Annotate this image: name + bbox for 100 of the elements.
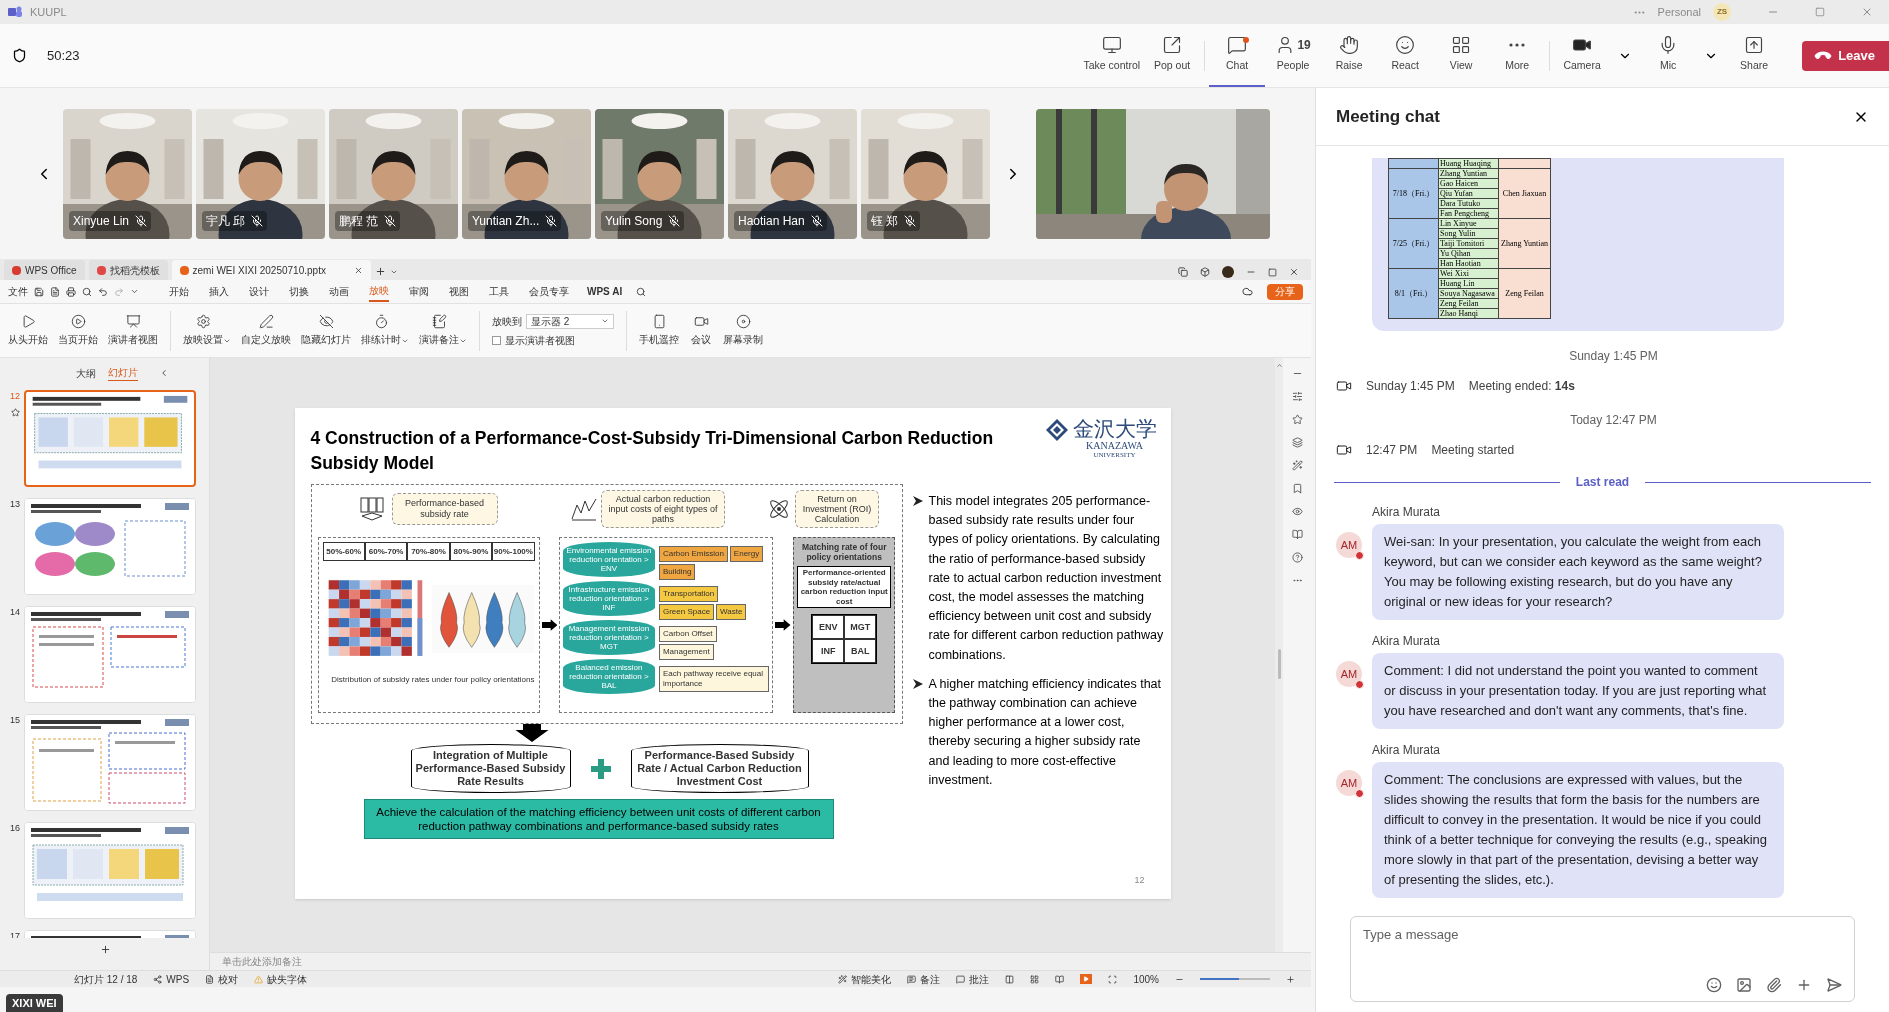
ribbon-button[interactable]: 当页开始	[58, 314, 98, 347]
ribbon-button[interactable]: 屏幕录制	[723, 314, 763, 347]
fit-icon[interactable]	[1108, 974, 1118, 984]
maximize-icon[interactable]	[1268, 267, 1277, 277]
cube-icon[interactable]	[1200, 267, 1210, 277]
preview-icon[interactable]	[82, 286, 92, 297]
scrollbar-thumb[interactable]	[1277, 649, 1281, 679]
menu-tab[interactable]: 动画	[329, 281, 349, 302]
panel-tab[interactable]: 大纲	[76, 365, 96, 381]
toolbar-button[interactable]: Raise	[1321, 24, 1378, 87]
close-icon[interactable]	[1289, 267, 1299, 277]
new-tab-icon[interactable]	[374, 266, 386, 277]
plus-icon[interactable]	[1796, 977, 1812, 993]
message-composer[interactable]: Type a message	[1350, 916, 1855, 1002]
user-avatar[interactable]	[1222, 266, 1234, 278]
toolbar-button[interactable]: React	[1377, 24, 1434, 87]
toolbar-button[interactable]: Camera	[1554, 24, 1611, 87]
slide-thumbnail[interactable]	[26, 392, 194, 485]
zoom-in-icon[interactable]	[1286, 974, 1295, 984]
leave-button[interactable]: Leave	[1802, 40, 1889, 71]
sliders-icon[interactable]	[1291, 391, 1303, 402]
toolbar-button[interactable]: Take control	[1079, 24, 1145, 87]
window-icon[interactable]	[1178, 267, 1188, 277]
attach-icon[interactable]	[1766, 977, 1782, 993]
document-tab[interactable]: zemi WEI XIXI 20250710.pptx	[171, 260, 371, 280]
eye-icon[interactable]	[1291, 506, 1303, 517]
document-tab[interactable]: 找稻壳模板	[88, 260, 168, 280]
participant-tile[interactable]: Yulin Song	[595, 108, 724, 239]
checkbox[interactable]	[492, 335, 501, 345]
normal-view-icon[interactable]	[1005, 974, 1015, 984]
ai-menu[interactable]: WPS AI	[587, 284, 623, 299]
ribbon-button[interactable]: 放映设置	[183, 314, 223, 347]
document-tab[interactable]: WPS Office	[4, 260, 85, 280]
menu-tab[interactable]: 开始	[169, 281, 189, 302]
slideshow-button[interactable]	[1080, 974, 1093, 984]
collapse-icon[interactable]	[159, 368, 169, 378]
menu-tab[interactable]: 审阅	[409, 281, 429, 302]
send-icon[interactable]	[1826, 977, 1842, 993]
slide-thumbnail[interactable]	[25, 499, 195, 594]
toolbar-button[interactable]: More	[1489, 24, 1546, 87]
menu-tab[interactable]: 切换	[289, 281, 309, 302]
participant-tile[interactable]: 宇凡 邱	[196, 108, 325, 239]
zoom-level[interactable]: 100%	[1133, 971, 1159, 987]
display-select[interactable]: 显示器 2	[526, 313, 614, 329]
toolbar-button[interactable]: Share	[1726, 24, 1783, 87]
account-avatar[interactable]: ZS	[1713, 3, 1731, 21]
undo-icon[interactable]	[98, 286, 108, 297]
toolbar-button[interactable]: Chat	[1209, 24, 1266, 87]
layers-icon[interactable]	[1291, 437, 1303, 448]
emoji-icon[interactable]	[1706, 977, 1722, 993]
print-icon[interactable]	[66, 286, 76, 297]
reading-view-icon[interactable]	[1055, 974, 1065, 984]
toolbar-button[interactable]: 19 People	[1265, 24, 1322, 87]
ribbon-button[interactable]: 隐藏幻灯片	[301, 314, 351, 347]
add-slide-icon[interactable]	[100, 944, 111, 955]
save-icon[interactable]	[34, 286, 44, 297]
ribbon-button[interactable]: 排练计时	[361, 314, 401, 347]
toolbar-button[interactable]: Pop out	[1144, 24, 1201, 87]
ribbon-button[interactable]: 自定义放映	[241, 314, 291, 347]
cloud-icon[interactable]	[1242, 286, 1253, 297]
status-button[interactable]: WPS	[153, 971, 190, 987]
document-icon[interactable]	[50, 286, 60, 297]
slide-thumbnail[interactable]	[25, 715, 195, 810]
star-icon[interactable]	[10, 407, 20, 417]
status-button[interactable]: 缺失字体	[254, 971, 308, 987]
status-button[interactable]: 备注	[907, 971, 941, 987]
search-icon[interactable]	[636, 286, 647, 297]
scroll-up-icon[interactable]	[1275, 362, 1283, 369]
toolbar-button[interactable]: View	[1433, 24, 1490, 87]
participant-tile[interactable]: Haotian Han	[728, 108, 857, 239]
participant-tile[interactable]: Yuntian Zh...	[462, 108, 591, 239]
participant-tile[interactable]: 鹏程 范	[329, 108, 458, 239]
menu-tab[interactable]: 设计	[249, 281, 269, 302]
ribbon-button[interactable]: 演讲者视图	[108, 314, 158, 347]
menu-tab[interactable]: 插入	[209, 281, 229, 302]
help-icon[interactable]	[1291, 552, 1303, 563]
participant-tile[interactable]: Xinyue Lin	[63, 108, 192, 239]
menu-tab[interactable]: 放映	[369, 281, 389, 302]
menu-tab[interactable]: 工具	[489, 281, 509, 302]
status-button[interactable]: 批注	[956, 971, 990, 987]
ribbon-button[interactable]: 从头开始	[8, 314, 48, 347]
star-icon[interactable]	[1291, 414, 1303, 425]
menu-tab[interactable]: 会员专享	[529, 281, 569, 302]
ribbon-button[interactable]: 手机遥控	[639, 314, 679, 347]
participant-tile[interactable]: 钰 郑	[861, 108, 990, 239]
status-button[interactable]: 智能美化	[838, 971, 892, 987]
ribbon-button[interactable]: 会议	[691, 314, 711, 347]
panel-tab[interactable]: 幻灯片	[108, 365, 138, 381]
book-icon[interactable]	[1291, 529, 1303, 540]
file-menu[interactable]: 文件	[8, 284, 28, 299]
wand-icon[interactable]	[1291, 460, 1303, 471]
bookmark-icon[interactable]	[1291, 483, 1303, 494]
toolbar-button[interactable]: Mic	[1640, 24, 1697, 87]
ribbon-button[interactable]: 演讲备注	[419, 314, 459, 347]
menu-tab[interactable]: 视图	[449, 281, 469, 302]
status-button[interactable]: 校对	[205, 971, 239, 987]
image-icon[interactable]	[1736, 977, 1752, 993]
slide-thumbnail[interactable]	[25, 607, 195, 702]
grid-view-icon[interactable]	[1030, 974, 1040, 984]
slide-thumbnail[interactable]	[25, 823, 195, 918]
